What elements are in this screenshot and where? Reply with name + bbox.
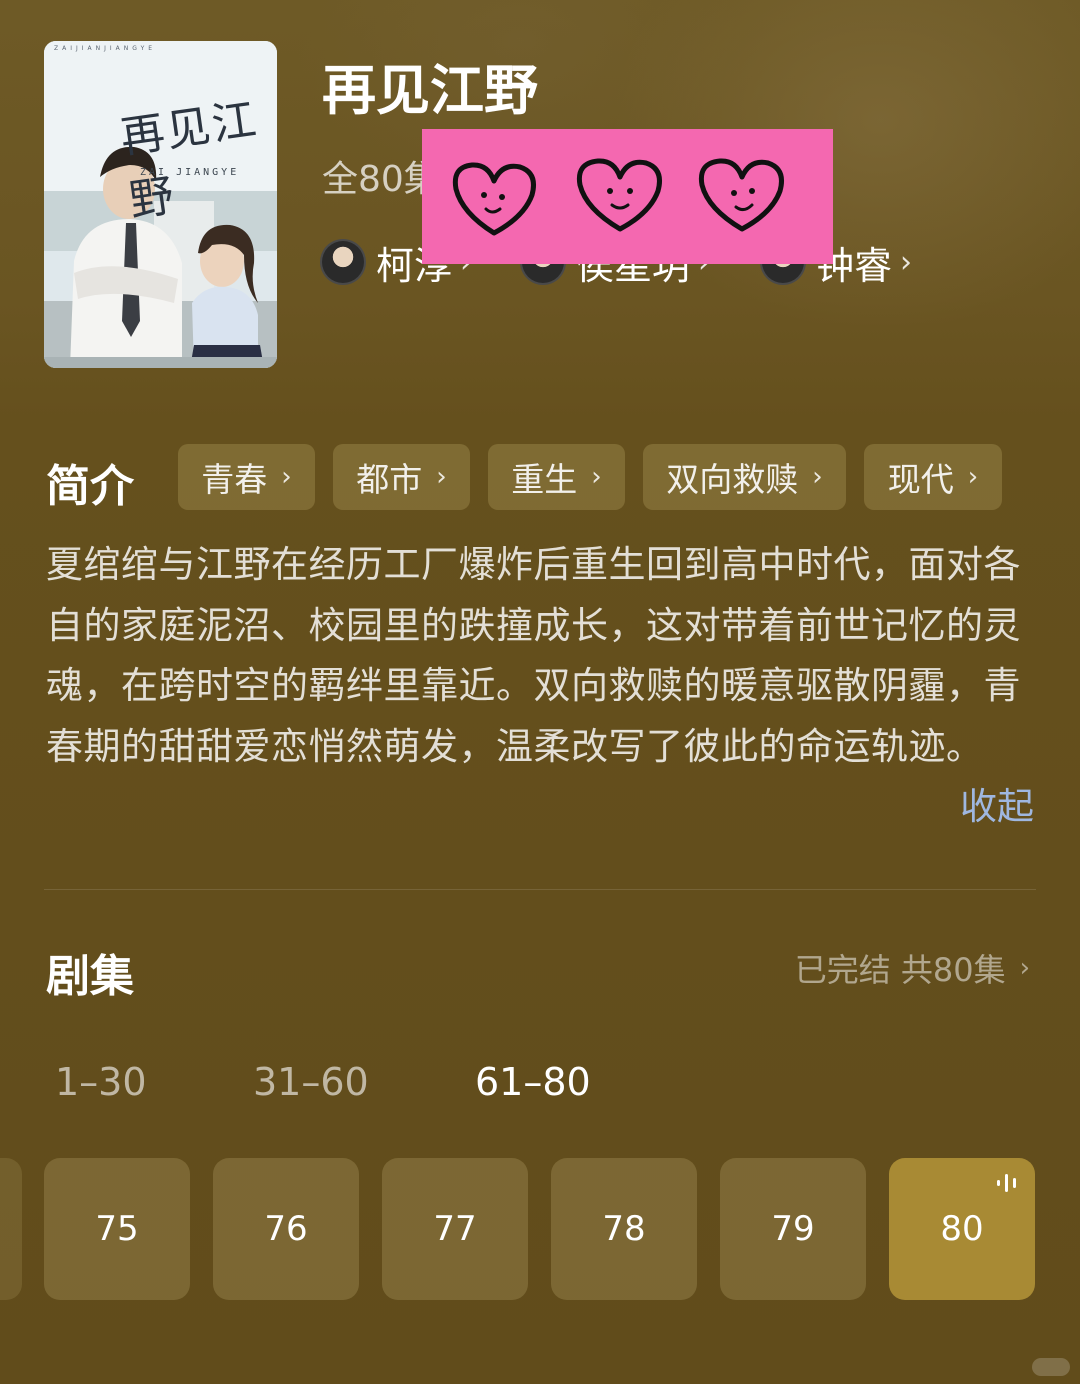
episodes-status: 已完结 共80集: [794, 951, 1006, 989]
tag-urban[interactable]: 都市 ›: [333, 444, 470, 510]
tag-label: 都市: [356, 460, 423, 499]
intro-heading: 简介: [46, 461, 134, 512]
episode-button-77[interactable]: 77: [382, 1158, 528, 1300]
range-tab-31-60[interactable]: 31–60: [253, 1060, 369, 1104]
poster-romanized: ZAIJIANJIANGYE: [54, 45, 157, 52]
playing-bars-icon: [997, 1174, 1016, 1192]
chevron-right-icon: ›: [967, 462, 979, 492]
episode-number: 75: [95, 1209, 139, 1249]
tag-mutual-redemption[interactable]: 双向救赎 ›: [643, 444, 846, 510]
tag-label: 现代: [887, 460, 954, 499]
tag-label: 双向救赎: [666, 460, 799, 499]
synopsis-text: 夏绾绾与江野在经历工厂爆炸后重生回到高中时代，面对各自的家庭泥沼、校园里的跌撞成…: [46, 543, 1021, 768]
drama-title: 再见江野: [322, 59, 538, 122]
episode-number: 76: [264, 1209, 308, 1249]
chevron-right-icon: ›: [591, 462, 602, 492]
tag-rebirth[interactable]: 重生 ›: [488, 444, 625, 510]
poster-image[interactable]: ZAIJIANJIANGYE 再见江野 ZAI JIANGYE: [44, 41, 277, 368]
chevron-right-icon: ›: [1019, 953, 1030, 983]
chevron-right-icon: ›: [436, 462, 447, 492]
episode-button-78[interactable]: 78: [551, 1158, 697, 1300]
tag-modern[interactable]: 现代 ›: [864, 444, 1002, 510]
range-tab-61-80[interactable]: 61–80: [475, 1060, 591, 1104]
chevron-right-icon: ›: [900, 244, 913, 280]
episode-number: 77: [433, 1209, 477, 1249]
episode-number: 80: [940, 1209, 984, 1249]
episode-button-76[interactable]: 76: [213, 1158, 359, 1300]
tag-label: 青春: [201, 460, 268, 499]
watermark-badge: [1032, 1358, 1070, 1376]
episode-button-75[interactable]: 75: [44, 1158, 190, 1300]
episode-number: 78: [602, 1209, 646, 1249]
poster-subtitle: ZAI JIANGYE: [140, 167, 240, 178]
episodes-status-link[interactable]: 已完结 共80集 ›: [795, 945, 1030, 991]
avatar: [320, 239, 366, 285]
heart-face-icon: [452, 158, 784, 236]
tag-label: 重生: [511, 460, 578, 499]
collapse-link[interactable]: 收起: [960, 776, 1034, 830]
episode-number: 79: [771, 1209, 815, 1249]
chevron-right-icon: ›: [812, 462, 823, 492]
episode-button-partial[interactable]: [0, 1158, 22, 1300]
chevron-right-icon: ›: [281, 462, 292, 492]
sticker-overlay: [422, 129, 833, 264]
episode-button-80[interactable]: 80: [889, 1158, 1035, 1300]
section-divider: [44, 889, 1036, 890]
episode-button-79[interactable]: 79: [720, 1158, 866, 1300]
poster-title: 再见江野: [117, 93, 262, 228]
range-tab-1-30[interactable]: 1–30: [55, 1060, 147, 1104]
tag-youth[interactable]: 青春 ›: [178, 444, 315, 510]
episodes-heading: 剧集: [46, 951, 134, 1002]
